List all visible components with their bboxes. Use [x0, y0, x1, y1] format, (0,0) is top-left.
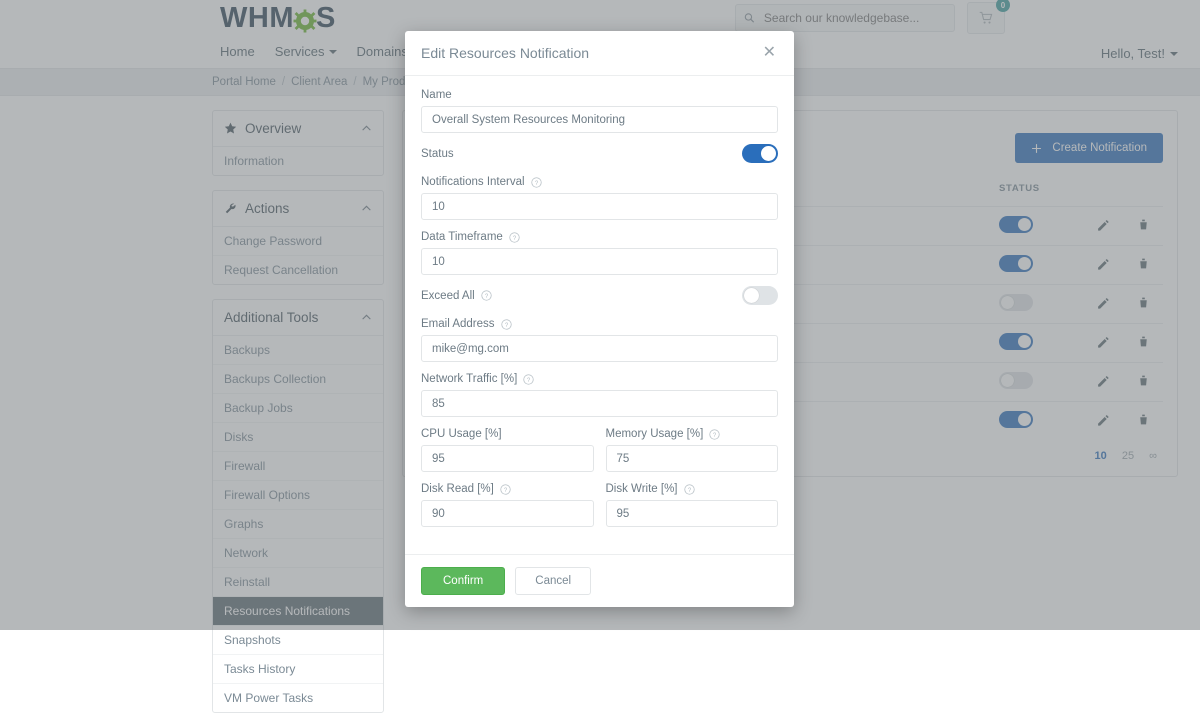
- svg-text:?: ?: [713, 432, 717, 438]
- label-disk-write: Disk Write [%] ?: [606, 483, 779, 495]
- field-email-address: Email Address ?: [421, 318, 778, 362]
- question-circle-icon[interactable]: ?: [500, 318, 512, 330]
- svg-text:?: ?: [527, 377, 531, 383]
- field-disk-write: Disk Write [%] ?: [605, 483, 779, 527]
- row-disk-read-write: Disk Read [%] ? Disk Write [%] ?: [421, 483, 778, 538]
- memory-usage-input[interactable]: [605, 445, 778, 472]
- cancel-button[interactable]: Cancel: [515, 567, 592, 595]
- label-notifications-interval: Notifications Interval ?: [421, 176, 778, 188]
- label-network-traffic: Network Traffic [%] ?: [421, 373, 778, 385]
- field-network-traffic: Network Traffic [%] ?: [421, 373, 778, 417]
- field-data-timeframe: Data Timeframe ?: [421, 231, 778, 275]
- label-text: Disk Read [%]: [421, 483, 494, 495]
- modal-title: Edit Resources Notification: [421, 45, 590, 61]
- question-circle-icon[interactable]: ?: [523, 373, 534, 385]
- sidebar-item-snapshots[interactable]: Snapshots: [213, 626, 383, 655]
- sidebar-item-tasks-history[interactable]: Tasks History: [213, 655, 383, 684]
- field-exceed-all: Exceed All ?: [421, 286, 778, 305]
- edit-resources-notification-modal: Edit Resources Notification ✕ Name Statu…: [405, 31, 794, 607]
- label-text: Exceed All: [421, 289, 475, 302]
- network-traffic-input[interactable]: [421, 390, 778, 417]
- modal-body: Name Status Notifications Interval ? Dat…: [405, 76, 794, 554]
- svg-text:?: ?: [513, 235, 517, 241]
- data-timeframe-input[interactable]: [421, 248, 778, 275]
- label-cpu-usage: CPU Usage [%]: [421, 428, 502, 440]
- sidebar-item-vm-power-tasks[interactable]: VM Power Tasks: [213, 684, 383, 712]
- row-cpu-memory: CPU Usage [%] Memory Usage [%] ?: [421, 428, 778, 483]
- label-text: Memory Usage [%]: [605, 428, 704, 440]
- label-email-address: Email Address ?: [421, 318, 778, 330]
- label-text: Network Traffic [%]: [421, 373, 518, 385]
- email-address-input[interactable]: [421, 335, 778, 362]
- field-memory-usage: Memory Usage [%] ?: [605, 428, 779, 472]
- close-icon[interactable]: ✕: [761, 45, 778, 61]
- field-notifications-interval: Notifications Interval ?: [421, 176, 778, 220]
- svg-text:?: ?: [687, 487, 691, 493]
- modal-header: Edit Resources Notification ✕: [405, 31, 794, 76]
- label-text: Notifications Interval: [421, 176, 525, 188]
- label-memory-usage: Memory Usage [%] ?: [606, 428, 779, 440]
- modal-footer: Confirm Cancel: [405, 554, 794, 607]
- field-status: Status: [421, 144, 778, 163]
- cpu-usage-input[interactable]: [421, 445, 594, 472]
- question-circle-icon[interactable]: ?: [683, 483, 695, 495]
- label-disk-read: Disk Read [%] ?: [421, 483, 594, 495]
- name-input[interactable]: [421, 106, 778, 133]
- question-circle-icon[interactable]: ?: [481, 290, 492, 301]
- disk-write-input[interactable]: [605, 500, 778, 527]
- svg-text:?: ?: [534, 180, 538, 186]
- field-cpu-usage: CPU Usage [%]: [421, 428, 594, 472]
- status-toggle[interactable]: [742, 144, 778, 163]
- label-data-timeframe: Data Timeframe ?: [421, 231, 778, 243]
- label-status: Status: [421, 147, 454, 160]
- field-disk-read: Disk Read [%] ?: [421, 483, 594, 527]
- label-text: Email Address: [421, 318, 495, 330]
- notifications-interval-input[interactable]: [421, 193, 778, 220]
- svg-text:?: ?: [485, 294, 489, 300]
- label-text: Data Timeframe: [421, 231, 503, 243]
- field-name: Name: [421, 89, 778, 133]
- svg-text:?: ?: [504, 322, 508, 328]
- label-text: Disk Write [%]: [605, 483, 678, 495]
- label-exceed-all: Exceed All ?: [421, 290, 492, 302]
- disk-read-input[interactable]: [421, 500, 594, 527]
- svg-text:?: ?: [504, 487, 508, 493]
- confirm-button[interactable]: Confirm: [421, 567, 506, 595]
- question-circle-icon[interactable]: ?: [500, 483, 511, 495]
- label-name: Name: [421, 89, 452, 101]
- exceed-all-toggle[interactable]: [742, 286, 778, 305]
- question-circle-icon[interactable]: ?: [509, 231, 520, 243]
- question-circle-icon[interactable]: ?: [530, 176, 542, 188]
- question-circle-icon[interactable]: ?: [709, 428, 720, 440]
